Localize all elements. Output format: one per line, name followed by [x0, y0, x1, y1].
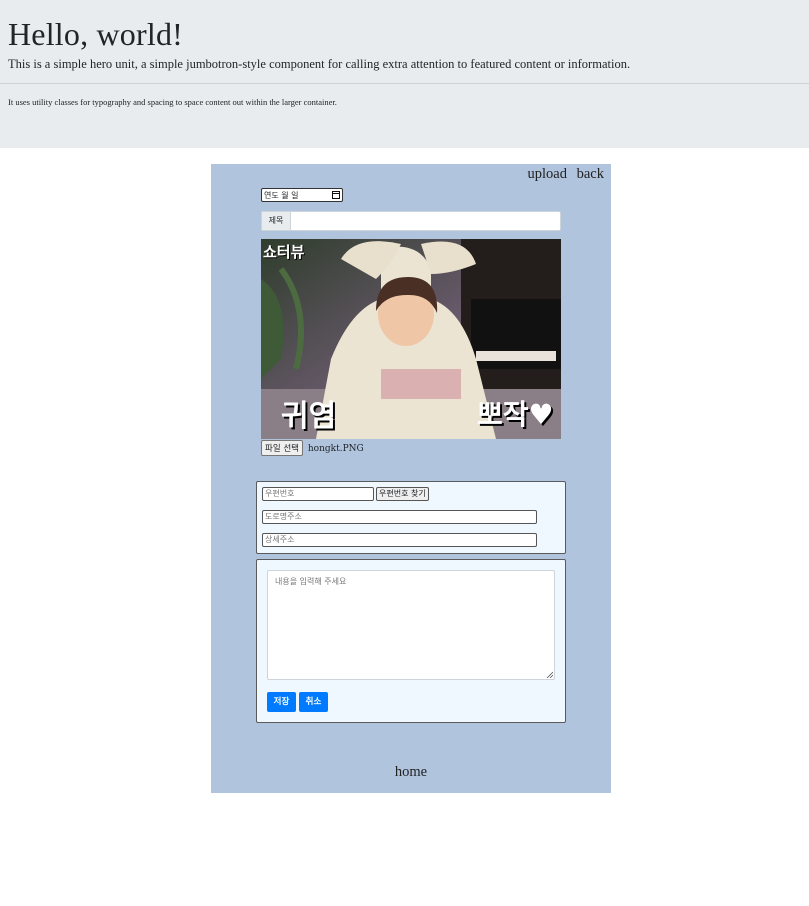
home-link[interactable]: home — [395, 764, 427, 780]
top-nav: upload back — [522, 166, 604, 183]
hero-divider — [0, 83, 809, 84]
caption-bottom-left: 귀염 — [281, 399, 337, 434]
detail-address-input[interactable]: 상세주소 — [262, 533, 537, 547]
title-addon: 제목 — [262, 212, 291, 230]
content-textarea[interactable]: 내용을 입력해 주세요 — [267, 570, 555, 680]
back-link[interactable]: back — [577, 166, 604, 182]
caption-bottom-right: 뽀작♥ — [477, 398, 554, 431]
choose-file-button[interactable]: 파일 선택 — [261, 440, 303, 456]
date-placeholder: 연도 월 일 — [264, 191, 299, 200]
title-input-group: 제목 — [261, 211, 561, 231]
find-zip-button[interactable]: 우편번호 찾기 — [376, 487, 429, 501]
title-input[interactable] — [292, 212, 560, 230]
hero-lead: This is a simple hero unit, a simple jum… — [8, 57, 631, 71]
cancel-button[interactable]: 취소 — [299, 692, 328, 712]
caption-top-left: 쇼터뷰 — [263, 243, 305, 261]
file-name: hongkt.PNG — [307, 444, 364, 454]
footer-nav: home — [211, 764, 611, 781]
file-input: 파일 선택 hongkt.PNG — [261, 440, 364, 456]
upload-link[interactable]: upload — [528, 166, 567, 182]
content-placeholder: 내용을 입력해 주세요 — [275, 577, 347, 586]
address-card: 우편번호 우편번호 찾기 도로명주소 상세주소 — [256, 481, 566, 554]
road-address-input[interactable]: 도로명주소 — [262, 510, 537, 524]
hero-small-text: It uses utility classes for typography a… — [8, 97, 337, 107]
content-card: 내용을 입력해 주세요 저장 취소 — [256, 559, 566, 723]
save-button[interactable]: 저장 — [267, 692, 296, 712]
resize-grip-icon[interactable] — [546, 671, 553, 678]
zip-input[interactable]: 우편번호 — [262, 487, 374, 501]
preview-image: 쇼터뷰 귀염 뽀작♥ — [261, 239, 561, 439]
calendar-icon[interactable] — [332, 191, 340, 199]
upload-panel: upload back 연도 월 일 제목 쇼터뷰 귀염 뽀작♥ 파일 선택 h… — [211, 164, 611, 793]
hero-title: Hello, world! — [8, 16, 184, 52]
date-input[interactable]: 연도 월 일 — [261, 188, 343, 202]
hero-jumbotron: Hello, world! This is a simple hero unit… — [0, 0, 809, 148]
